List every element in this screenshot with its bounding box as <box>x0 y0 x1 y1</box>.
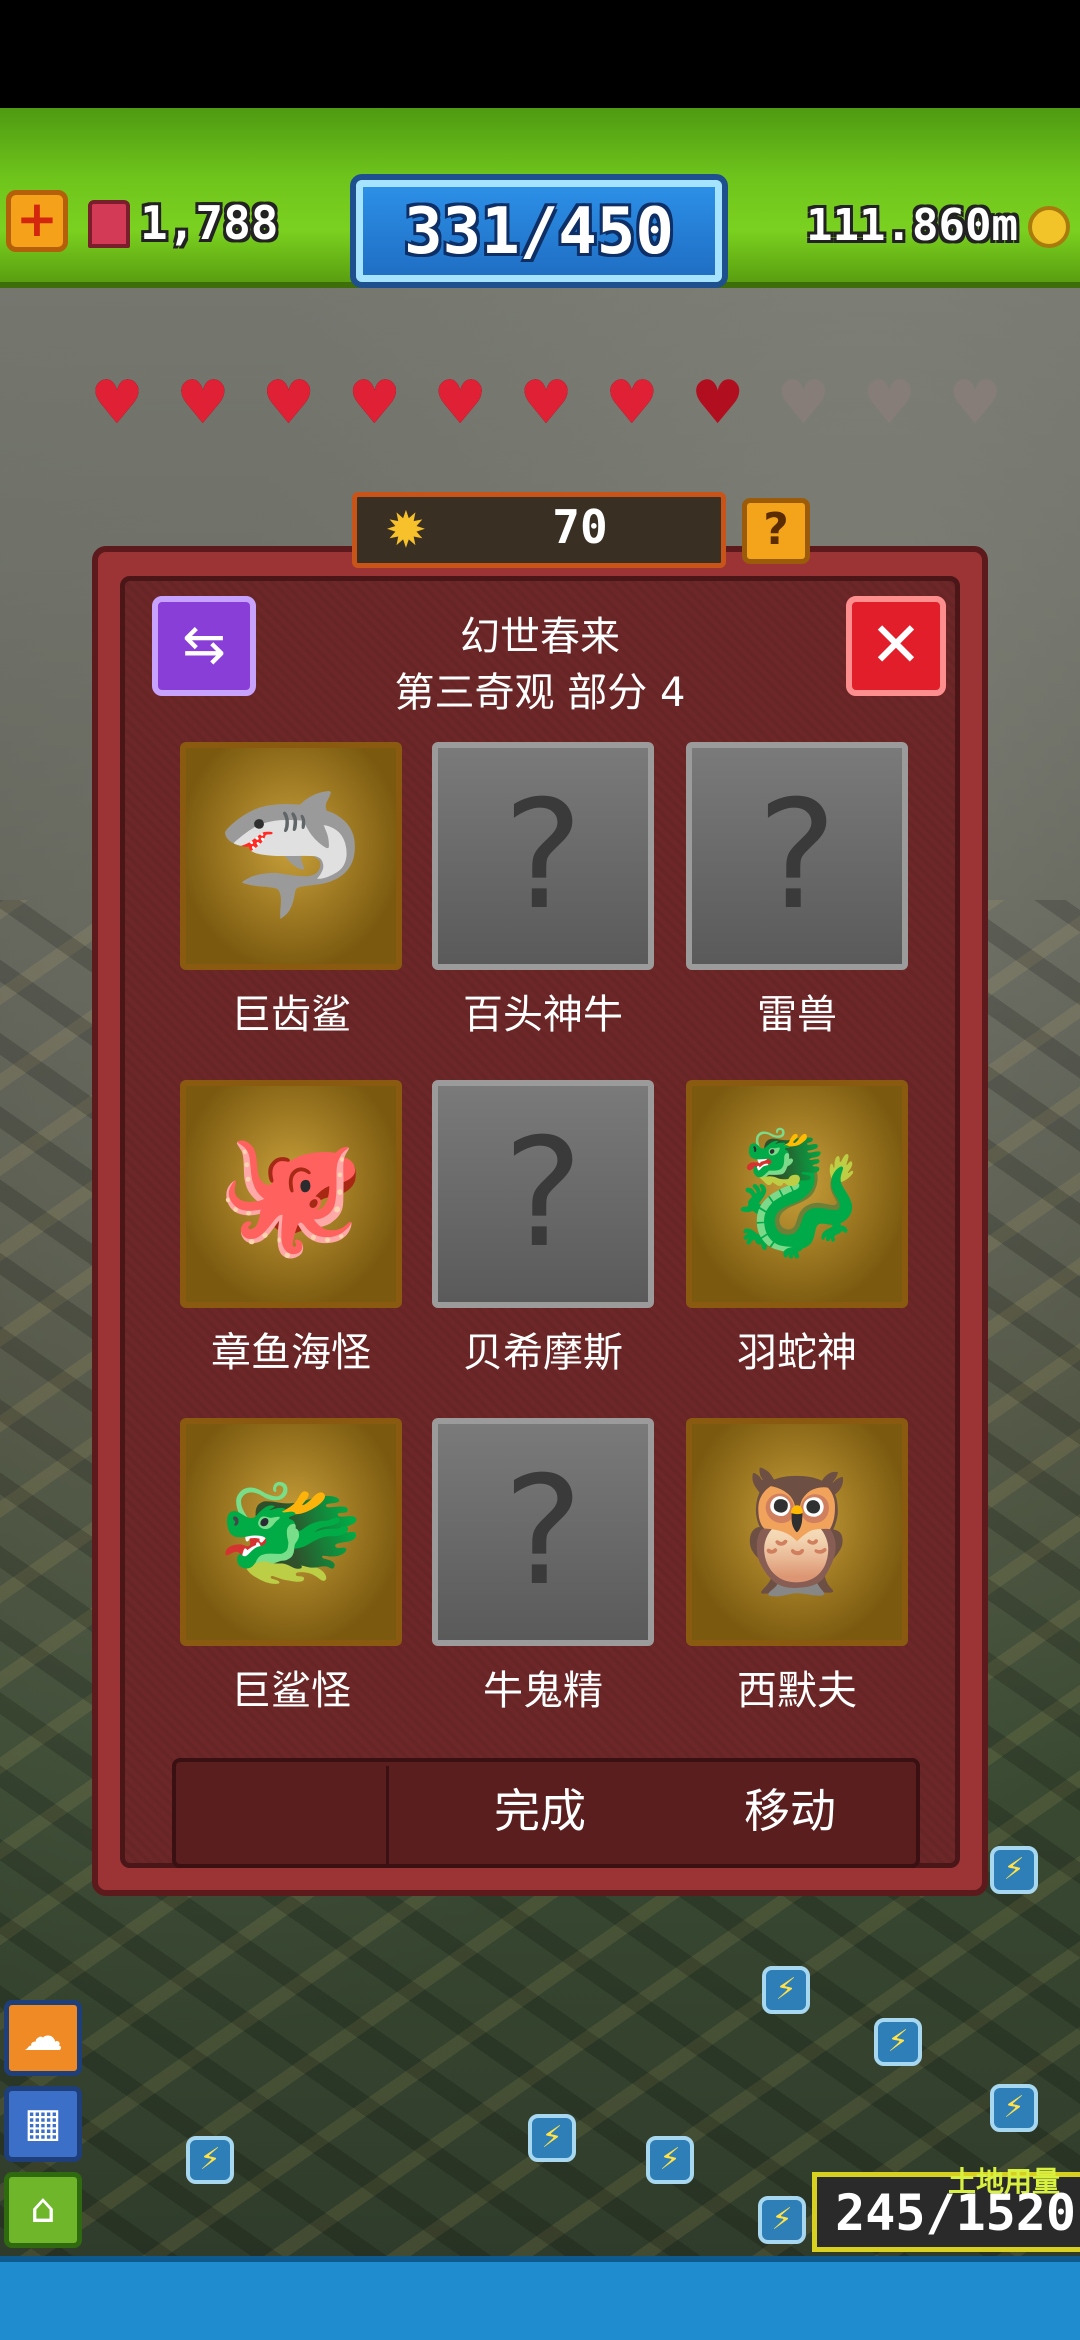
wonder-card-label: 百头神牛 <box>463 992 623 1038</box>
energy-bolt-icon[interactable]: ⚡ <box>990 1846 1038 1894</box>
energy-bolt-icon[interactable]: ⚡ <box>186 2136 234 2184</box>
move-button[interactable]: 移动 <box>690 1776 890 1846</box>
wonder-card[interactable]: 🐙 <box>180 1080 402 1308</box>
locked-silhouette-icon: ? <box>503 1445 583 1619</box>
wonder-card-label: 巨齿鲨 <box>231 992 351 1038</box>
heart-full-icon: ♥ <box>175 368 230 438</box>
wonder-card-label: 牛鬼精 <box>483 1668 603 1714</box>
locked-silhouette-icon: ? <box>503 1107 583 1281</box>
tickets-count: 1,788 <box>140 196 279 250</box>
wonder-card[interactable]: 🦈 <box>180 742 402 970</box>
energy-bolt-icon[interactable]: ⚡ <box>990 2084 1038 2132</box>
wonder-card[interactable]: ? <box>432 1080 654 1308</box>
wonder-card-label: 巨鲨怪 <box>231 1668 351 1714</box>
wonder-card[interactable]: ? <box>432 1418 654 1646</box>
weather-button[interactable]: ☁ <box>4 2000 82 2076</box>
wonder-card[interactable]: ? <box>432 742 654 970</box>
heart-full-icon: ♥ <box>519 368 573 438</box>
heart-full-icon: ♥ <box>433 368 488 438</box>
land-usage-value: 245/1520 <box>835 2184 1076 2242</box>
heart-full-icon: ♥ <box>90 368 144 438</box>
coins-count: 111.860m <box>806 200 1018 251</box>
locked-silhouette-icon: ? <box>503 769 583 943</box>
bottom-bar <box>0 2256 1080 2340</box>
gem-count: 70 <box>552 500 608 554</box>
wonder-card-label: 雷兽 <box>757 992 837 1038</box>
feathered-serpent-icon: 🐉 <box>722 1124 872 1263</box>
shark-icon: 🦈 <box>216 786 366 925</box>
heart-full-icon: ♥ <box>690 368 745 438</box>
energy-bolt-icon[interactable]: ⚡ <box>528 2114 576 2162</box>
ticket-icon <box>88 200 130 248</box>
heart-full-icon: ♥ <box>604 368 659 438</box>
modal-subtitle: 第三奇观 部分 4 <box>394 670 686 716</box>
close-button[interactable]: ✕ <box>846 596 946 696</box>
heart-empty-icon: ♥ <box>948 368 1002 438</box>
shark-monster-icon: 🐲 <box>216 1462 366 1601</box>
locked-silhouette-icon: ? <box>757 769 837 943</box>
happiness-hearts: ♥ ♥ ♥ ♥ ♥ ♥ ♥ ♥ ♥ ♥ ♥ <box>86 372 1006 442</box>
energy-bolt-icon[interactable]: ⚡ <box>646 2136 694 2184</box>
heart-empty-icon: ♥ <box>776 368 831 438</box>
help-button[interactable]: ? <box>742 498 810 564</box>
add-currency-button[interactable]: + <box>6 190 68 252</box>
population-box[interactable]: 331/450 <box>356 180 722 282</box>
population-value: 331/450 <box>404 195 674 269</box>
done-button[interactable]: 完成 <box>440 1776 640 1846</box>
gem-icon: ✹ <box>385 501 427 559</box>
footer-divider <box>386 1766 389 1866</box>
swap-view-button[interactable]: ⇆ <box>152 596 256 696</box>
heart-full-icon: ♥ <box>261 368 316 438</box>
energy-bolt-icon[interactable]: ⚡ <box>758 2196 806 2244</box>
wonder-card-label: 贝希摩斯 <box>463 1330 623 1376</box>
wonder-card[interactable]: 🐲 <box>180 1418 402 1646</box>
heart-empty-icon: ♥ <box>862 368 917 438</box>
calendar-button[interactable]: ▦ <box>4 2086 82 2162</box>
wonder-card-label: 羽蛇神 <box>737 1330 857 1376</box>
heart-full-icon: ♥ <box>347 368 402 438</box>
modal-title: 幻世春来 <box>460 614 620 660</box>
wonder-card-label: 章鱼海怪 <box>211 1330 371 1376</box>
wonder-card[interactable]: 🦉 <box>686 1418 908 1646</box>
energy-bolt-icon[interactable]: ⚡ <box>762 1966 810 2014</box>
home-button[interactable]: ⌂ <box>4 2172 82 2248</box>
energy-bolt-icon[interactable]: ⚡ <box>874 2018 922 2066</box>
octopus-monster-icon: 🐙 <box>216 1124 366 1263</box>
wonder-card[interactable]: ? <box>686 742 908 970</box>
coin-icon <box>1028 206 1070 248</box>
wonder-card-label: 西默夫 <box>737 1668 857 1714</box>
simurgh-icon: 🦉 <box>722 1462 872 1601</box>
status-bar <box>0 0 1080 108</box>
wonder-card[interactable]: 🐉 <box>686 1080 908 1308</box>
